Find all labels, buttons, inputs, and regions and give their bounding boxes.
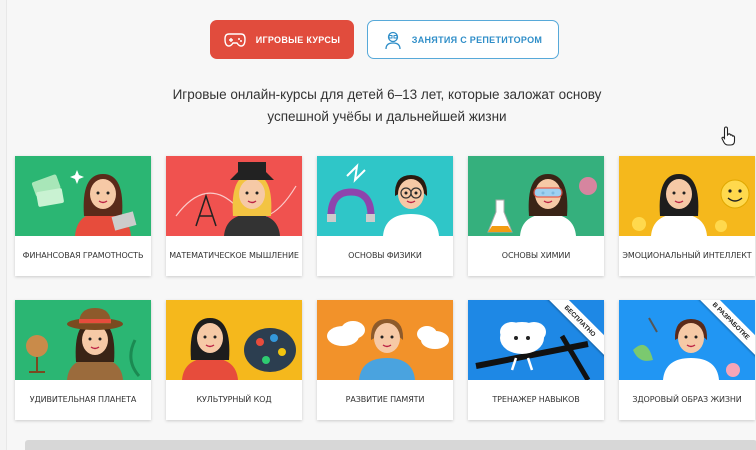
hand-cursor-icon [721, 126, 736, 146]
course-card[interactable]: ОСНОВЫ ХИМИИ [468, 156, 604, 276]
course-card[interactable]: ФИНАНСОВАЯ ГРАМОТНОСТЬ [15, 156, 151, 276]
course-card[interactable]: КУЛЬТУРНЫЙ КОД [166, 300, 302, 420]
subtitle-line-2: успешной учёбы и дальнейшей жизни [267, 109, 507, 124]
brain-runner-icon [468, 300, 604, 380]
tutor-icon [385, 31, 401, 49]
tab-tutor-lessons[interactable]: ЗАНЯТИЯ С РЕПЕТИТОРОМ [367, 20, 559, 59]
course-title: ЭМОЦИОНАЛЬНЫЙ ИНТЕЛЛЕКТ [622, 251, 752, 260]
course-title: РАЗВИТИЕ ПАМЯТИ [345, 395, 425, 404]
course-card[interactable]: БЕСПЛАТНО ТРЕНАЖЕР НАВЫКОВ [468, 300, 604, 420]
course-title: УДИВИТЕЛЬНАЯ ПЛАНЕТА [29, 395, 137, 404]
course-card[interactable]: РАЗВИТИЕ ПАМЯТИ [317, 300, 453, 420]
chemistry-girl-icon [468, 156, 604, 236]
gamepad-icon [224, 32, 246, 47]
emotion-girl-icon [619, 156, 755, 236]
course-title: ТРЕНАЖЕР НАВЫКОВ [492, 395, 580, 404]
course-card[interactable]: ОСНОВЫ ФИЗИКИ [317, 156, 453, 276]
course-card[interactable]: ЭМОЦИОНАЛЬНЫЙ ИНТЕЛЛЕКТ [619, 156, 755, 276]
physics-boy-icon [317, 156, 453, 236]
courses-panel: ИГРОВЫЕ КУРСЫ ЗАНЯТИЯ С РЕПЕТИТОРОМ Игро… [6, 0, 756, 450]
course-card[interactable]: УДИВИТЕЛЬНАЯ ПЛАНЕТА [15, 300, 151, 420]
artist-girl-icon [166, 300, 302, 380]
course-title: МАТЕМАТИЧЕСКОЕ МЫШЛЕНИЕ [169, 251, 299, 260]
course-card[interactable]: МАТЕМАТИЧЕСКОЕ МЫШЛЕНИЕ [166, 156, 302, 276]
course-title: ОСНОВЫ ФИЗИКИ [348, 251, 422, 260]
money-girl-icon [15, 156, 151, 236]
memory-boy-icon [317, 300, 453, 380]
course-title: ОСНОВЫ ХИМИИ [501, 251, 571, 260]
healthy-boy-icon [619, 300, 755, 380]
course-card[interactable]: В РАЗРАБОТКЕ ЗДОРОВЫЙ ОБРАЗ ЖИЗНИ [619, 300, 755, 420]
tab-game-label: ИГРОВЫЕ КУРСЫ [255, 34, 341, 45]
horizontal-scrollbar[interactable] [25, 440, 756, 450]
tab-game-courses[interactable]: ИГРОВЫЕ КУРСЫ [210, 20, 354, 59]
course-title: ФИНАНСОВАЯ ГРАМОТНОСТЬ [22, 251, 144, 260]
course-title: КУЛЬТУРНЫЙ КОД [196, 395, 272, 404]
explorer-girl-icon [15, 300, 151, 380]
course-title: ЗДОРОВЫЙ ОБРАЗ ЖИЗНИ [632, 395, 742, 404]
math-girl-icon [166, 156, 302, 236]
tab-tutor-label: ЗАНЯТИЯ С РЕПЕТИТОРОМ [411, 34, 543, 45]
subtitle-line-1: Игровые онлайн-курсы для детей 6–13 лет,… [172, 87, 602, 102]
course-type-tabs: ИГРОВЫЕ КУРСЫ ЗАНЯТИЯ С РЕПЕТИТОРОМ [7, 20, 756, 60]
page-subtitle: Игровые онлайн-курсы для детей 6–13 лет,… [127, 84, 647, 128]
